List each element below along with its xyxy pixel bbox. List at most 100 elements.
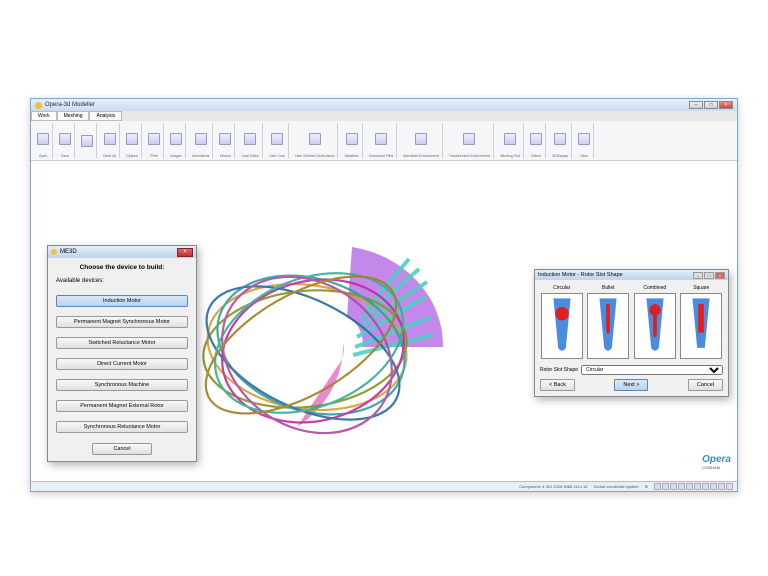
- ribbon-group: History: [216, 123, 235, 158]
- me3d-cancel-button[interactable]: Cancel: [92, 443, 152, 455]
- sb-icon[interactable]: [710, 483, 717, 490]
- ribbon-icon[interactable]: [148, 133, 160, 145]
- window-title: Opera-3d Modeller: [45, 102, 95, 108]
- ribbon-icon[interactable]: [170, 133, 182, 145]
- next-button[interactable]: Next >: [614, 379, 648, 391]
- titlebar: Opera-3d Modeller – □ ×: [31, 99, 737, 111]
- ribbon-label: 3DDisplay: [552, 154, 568, 158]
- ribbon-label: Options: [126, 154, 138, 158]
- device-option[interactable]: Direct Current Motor: [56, 358, 188, 370]
- sb-icon[interactable]: [654, 483, 661, 490]
- ribbon-icon[interactable]: [530, 133, 542, 145]
- slot-shape-option[interactable]: Combined: [633, 285, 677, 359]
- ribbon-icon[interactable]: [81, 135, 93, 147]
- slot-shape-select[interactable]: Circular: [581, 365, 723, 375]
- tab-meshing[interactable]: Meshing: [57, 111, 90, 121]
- sb-icon[interactable]: [670, 483, 677, 490]
- ribbon-icon[interactable]: [219, 133, 231, 145]
- ribbon-label: Images: [170, 154, 181, 158]
- ribbon-group: [78, 123, 97, 158]
- minimize-button[interactable]: –: [689, 101, 703, 109]
- slot-shape-option[interactable]: Bullet: [587, 285, 631, 359]
- slot-shape-label: Rotor Slot Shape: [540, 367, 578, 373]
- ribbon-label: User Defined Toolbuttons: [295, 154, 334, 158]
- back-button[interactable]: < Back: [540, 379, 575, 391]
- slot-max-button[interactable]: □: [704, 272, 714, 279]
- tab-analysis[interactable]: Analysis: [89, 111, 122, 121]
- me3d-close-button[interactable]: ×: [177, 248, 193, 257]
- ribbon-icon[interactable]: [59, 133, 71, 145]
- device-option[interactable]: Synchronous Machine: [56, 379, 188, 391]
- ribbon-icon[interactable]: [244, 133, 256, 145]
- ribbon-icon[interactable]: [463, 133, 475, 145]
- ribbon-icon[interactable]: [578, 133, 590, 145]
- ribbon-label: Variables: [344, 154, 358, 158]
- ribbon-icon[interactable]: [415, 133, 427, 145]
- slot-min-button[interactable]: –: [693, 272, 703, 279]
- shape-label: Circular: [553, 285, 570, 291]
- device-option[interactable]: Permanent Magnet External Rotor: [56, 400, 188, 412]
- sb-icon[interactable]: [686, 483, 693, 490]
- ribbon-label: History: [220, 154, 231, 158]
- ribbon-group: User Defined Toolbuttons: [292, 123, 338, 158]
- shape-preview: [541, 293, 583, 359]
- slot-titlebar: Induction Motor - Rotor Slot Shape – □ ×: [535, 270, 728, 280]
- device-option[interactable]: Permanent Magnet Synchronous Motor: [56, 316, 188, 328]
- ribbon-label: Save: [61, 154, 69, 158]
- slot-shape-option[interactable]: Circular: [540, 285, 584, 359]
- maximize-button[interactable]: □: [704, 101, 718, 109]
- sb-icon[interactable]: [678, 483, 685, 490]
- ribbon-icon[interactable]: [37, 133, 49, 145]
- ribbon-label: Print: [151, 154, 158, 158]
- ribbon-label: Open: [39, 154, 48, 158]
- ribbon-icon[interactable]: [504, 133, 516, 145]
- ribbon-group: Open: [34, 123, 53, 158]
- close-button[interactable]: ×: [719, 101, 733, 109]
- ribbon-icon[interactable]: [195, 133, 207, 145]
- ribbon-icon[interactable]: [271, 133, 283, 145]
- ribbon-label: Clear All: [103, 154, 116, 158]
- tab-work[interactable]: Work: [31, 111, 57, 121]
- ribbon-label: Animations: [192, 154, 209, 158]
- ribbon-group: Animations: [189, 123, 213, 158]
- me3d-heading: Choose the device to build:: [56, 264, 188, 271]
- ribbon-group: Options: [123, 123, 142, 158]
- ribbon-group: Core Editor: [238, 123, 263, 158]
- device-option[interactable]: Synchronous Reluctance Motor: [56, 421, 188, 433]
- status-coords: Global coordinate system: [594, 484, 639, 489]
- viewport-3d[interactable]: ME3D × Choose the device to build: Avail…: [31, 161, 737, 481]
- slot-close-button[interactable]: ×: [715, 272, 725, 279]
- device-option[interactable]: Switched Reluctance Motor: [56, 337, 188, 349]
- main-window: Opera-3d Modeller – □ × Work Meshing Ana…: [30, 98, 738, 492]
- sb-icon[interactable]: [718, 483, 725, 490]
- ribbon-icon[interactable]: [554, 133, 566, 145]
- shape-preview: [587, 293, 629, 359]
- ribbon-tabs: Work Meshing Analysis: [31, 111, 737, 121]
- me3d-subheading: Available devices:: [56, 278, 188, 284]
- me3d-icon: [51, 249, 57, 255]
- device-option[interactable]: Induction Motor: [56, 295, 188, 307]
- ribbon-label: View: [580, 154, 588, 158]
- slot-cancel-button[interactable]: Cancel: [688, 379, 723, 391]
- ribbon-label: Command Files: [369, 154, 394, 158]
- status-component: Component: 4 301 2328 3986 2114 18: [519, 484, 587, 489]
- ribbon-icon[interactable]: [346, 133, 358, 145]
- ribbon-group: Print: [145, 123, 164, 158]
- sb-icon[interactable]: [702, 483, 709, 490]
- ribbon-group: Winding Tool: [497, 123, 524, 158]
- shape-preview: [680, 293, 722, 359]
- me3d-dialog: ME3D × Choose the device to build: Avail…: [47, 245, 197, 462]
- shape-preview: [634, 293, 676, 359]
- ribbon-icon[interactable]: [309, 133, 321, 145]
- slot-shape-dialog: Induction Motor - Rotor Slot Shape – □ ×…: [534, 269, 729, 397]
- sb-icon[interactable]: [694, 483, 701, 490]
- ribbon-group: View: [575, 123, 594, 158]
- ribbon-label: User Core: [269, 154, 285, 158]
- sb-icon[interactable]: [726, 483, 733, 490]
- ribbon-icon[interactable]: [126, 133, 138, 145]
- sb-icon[interactable]: [662, 483, 669, 490]
- ribbon-group: Save: [56, 123, 75, 158]
- ribbon-icon[interactable]: [104, 133, 116, 145]
- slot-shape-option[interactable]: Square: [680, 285, 724, 359]
- ribbon-icon[interactable]: [375, 133, 387, 145]
